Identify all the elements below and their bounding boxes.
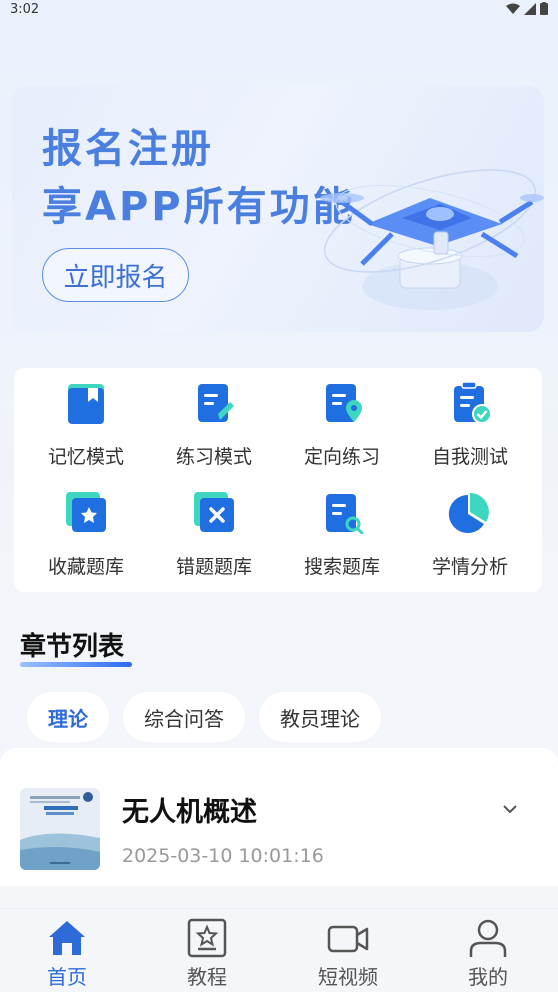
nav-label: 教程 xyxy=(187,965,227,989)
wifi-icon xyxy=(506,3,520,14)
status-bar: 3:02 xyxy=(0,0,558,20)
search-document-icon xyxy=(326,494,364,534)
nav-item-profile[interactable]: 我的 xyxy=(418,909,558,992)
banner-title: 报名注册 享APP所有功能 xyxy=(42,120,356,236)
grid-item-memory-mode[interactable]: 记忆模式 xyxy=(20,368,152,478)
grid-item-practice-mode[interactable]: 练习模式 xyxy=(148,368,280,478)
book-cover-image-icon xyxy=(20,788,100,870)
grid-item-search-bank[interactable]: 搜索题库 xyxy=(276,478,408,588)
checklist-icon xyxy=(454,381,492,424)
nav-item-short-video[interactable]: 短视频 xyxy=(278,909,418,992)
tab-theory[interactable]: 理论 xyxy=(27,692,109,742)
grid-item-self-test[interactable]: 自我测试 xyxy=(404,368,536,478)
tab-comprehensive-qa[interactable]: 综合问答 xyxy=(123,692,245,742)
bookmark-book-icon xyxy=(68,384,104,424)
chapter-tabs: 理论 综合问答 教员理论 xyxy=(27,692,381,742)
grid-item-label: 收藏题库 xyxy=(47,556,124,578)
grid-item-wrong-answers[interactable]: 错题题库 xyxy=(148,478,280,588)
nav-item-home[interactable]: 首页 xyxy=(0,909,137,992)
nav-label: 短视频 xyxy=(318,965,378,989)
grid-item-directed-practice[interactable]: 定向练习 xyxy=(276,368,408,478)
chevron-down-icon[interactable] xyxy=(500,802,520,816)
section-title-underline xyxy=(20,662,132,667)
chapter-list-item[interactable]: 无人机概述 2025-03-10 10:01:16 xyxy=(0,748,558,886)
grid-item-label: 练习模式 xyxy=(175,446,252,468)
star-card-icon xyxy=(66,492,106,532)
section-title: 章节列表 xyxy=(20,632,125,662)
home-icon xyxy=(49,921,85,955)
user-icon xyxy=(469,919,507,957)
tab-instructor-theory[interactable]: 教员理论 xyxy=(259,692,381,742)
signup-banner[interactable]: 报名注册 享APP所有功能 立即报名 xyxy=(12,86,544,332)
drone-illustration-icon xyxy=(320,169,544,310)
grid-item-label: 记忆模式 xyxy=(47,446,124,468)
function-grid: 记忆模式 练习模式 定向练习 自我测试 收藏题库 错题题库 搜索题库 学情分析 xyxy=(14,368,542,592)
edit-document-icon xyxy=(198,384,234,422)
grid-item-label: 错题题库 xyxy=(175,556,252,578)
grid-item-label: 自我测试 xyxy=(431,446,508,468)
grid-item-favorites[interactable]: 收藏题库 xyxy=(20,478,152,588)
location-document-icon xyxy=(326,384,362,422)
chapter-timestamp: 2025-03-10 10:01:16 xyxy=(122,845,324,867)
nav-label: 我的 xyxy=(468,965,508,989)
status-icons xyxy=(506,2,548,15)
banner-title-line1: 报名注册 xyxy=(42,126,214,172)
signal-icon xyxy=(524,2,536,15)
nav-label: 首页 xyxy=(47,965,87,989)
banner-title-line2: 享APP所有功能 xyxy=(42,184,356,230)
wrong-card-icon xyxy=(194,492,234,532)
battery-icon xyxy=(540,2,548,15)
book-cover-thumbnail xyxy=(20,788,100,870)
signup-button[interactable]: 立即报名 xyxy=(42,248,189,302)
pie-chart-icon xyxy=(448,493,489,533)
nav-item-tutorial[interactable]: 教程 xyxy=(137,909,277,992)
tutorial-icon xyxy=(187,918,227,958)
status-time: 3:02 xyxy=(10,2,40,17)
grid-item-label: 搜索题库 xyxy=(303,556,380,578)
chapter-title: 无人机概述 xyxy=(122,797,257,828)
grid-item-label: 定向练习 xyxy=(303,446,380,468)
video-icon xyxy=(327,925,369,953)
grid-item-learning-analysis[interactable]: 学情分析 xyxy=(404,478,536,588)
grid-item-label: 学情分析 xyxy=(431,556,508,578)
bottom-nav: 首页 教程 短视频 我的 xyxy=(0,908,558,992)
